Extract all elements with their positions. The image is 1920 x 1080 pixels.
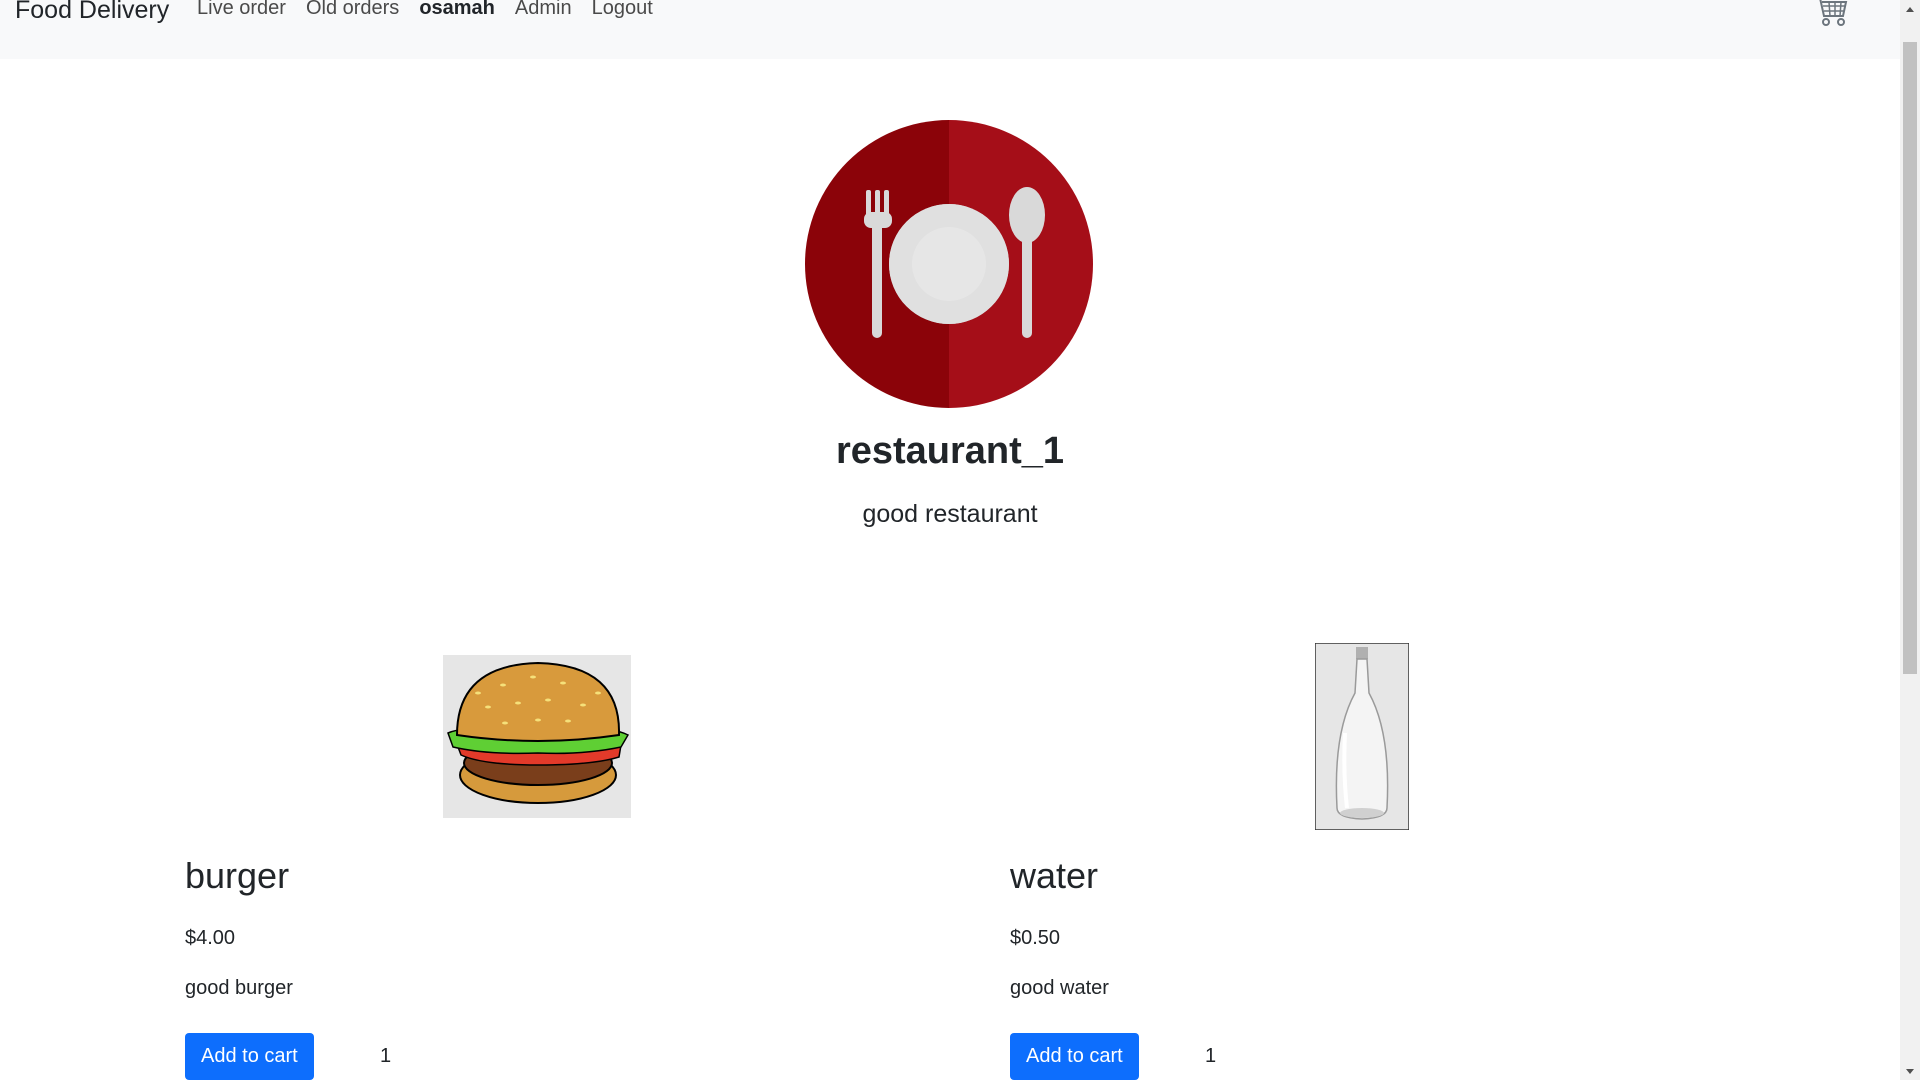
add-to-cart-button[interactable]: Add to cart bbox=[185, 1033, 314, 1080]
nav-links: Live order Old orders osamah Admin Logou… bbox=[197, 0, 673, 20]
scroll-down-arrow-icon[interactable] bbox=[1900, 1063, 1920, 1080]
navbar: Food Delivery Live order Old orders osam… bbox=[0, 0, 1900, 59]
scrollbar-thumb[interactable] bbox=[1903, 42, 1917, 674]
nav-live-order[interactable]: Live order bbox=[197, 0, 286, 20]
shopping-cart-icon[interactable] bbox=[1813, 0, 1849, 30]
vertical-scrollbar[interactable] bbox=[1900, 0, 1920, 1080]
add-to-cart-button[interactable]: Add to cart bbox=[1010, 1033, 1139, 1080]
brand-link[interactable]: Food Delivery bbox=[15, 0, 169, 25]
water-bottle-image bbox=[1315, 643, 1409, 830]
restaurant-name: restaurant_1 bbox=[835, 430, 1065, 472]
nav-logout[interactable]: Logout bbox=[592, 0, 653, 20]
item-description: good burger bbox=[185, 977, 293, 999]
nav-username[interactable]: osamah bbox=[419, 0, 495, 20]
item-name: water bbox=[1010, 855, 1099, 896]
nav-old-orders[interactable]: Old orders bbox=[306, 0, 399, 20]
scroll-up-arrow-icon[interactable] bbox=[1900, 0, 1920, 17]
quantity-value[interactable]: 1 bbox=[380, 1045, 391, 1068]
item-price: $4.00 bbox=[185, 927, 236, 949]
quantity-value[interactable]: 1 bbox=[1205, 1045, 1216, 1068]
restaurant-logo-icon bbox=[805, 120, 1093, 408]
item-description: good water bbox=[1010, 977, 1109, 999]
restaurant-description: good restaurant bbox=[862, 500, 1038, 528]
item-name: burger bbox=[185, 855, 290, 896]
burger-image bbox=[443, 655, 631, 818]
item-price: $0.50 bbox=[1010, 927, 1061, 949]
nav-admin[interactable]: Admin bbox=[515, 0, 572, 20]
